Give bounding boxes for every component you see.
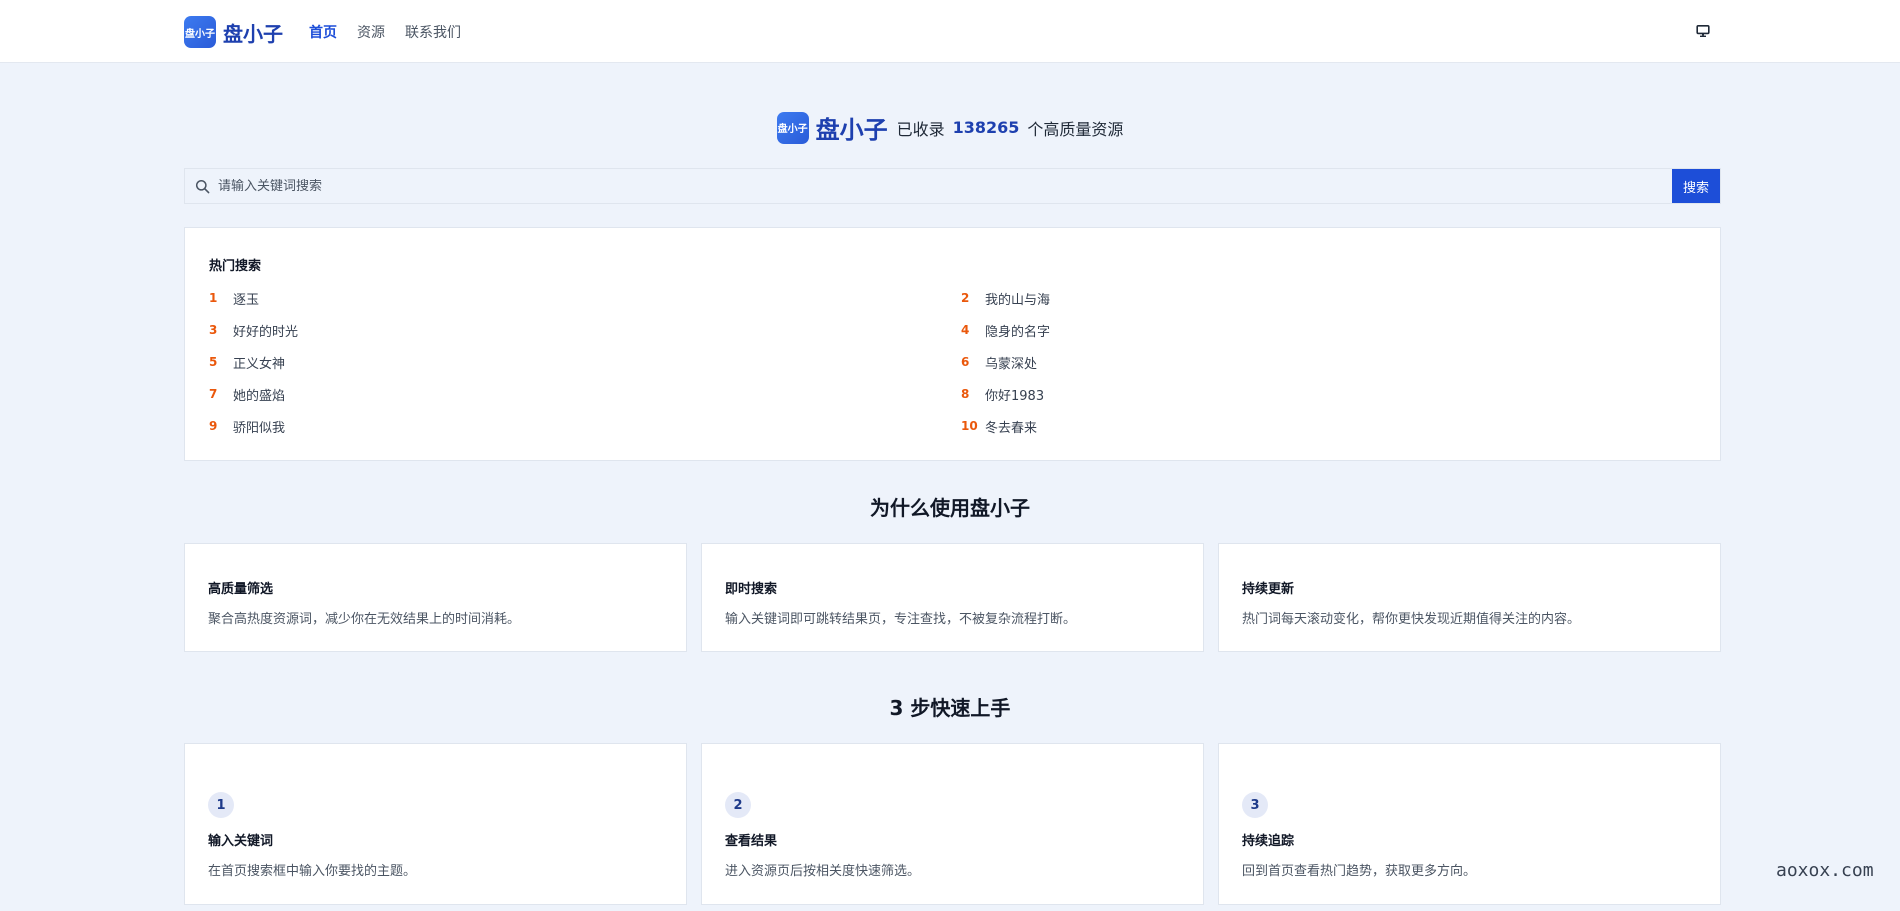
feature-card-desc: 热门词每天滚动变化，帮你更快发现近期值得关注的内容。 bbox=[1242, 612, 1581, 627]
hot-search-term: 隐身的名字 bbox=[985, 324, 1051, 340]
hero-suffix: 个高质量资源 bbox=[1027, 119, 1124, 139]
hot-searches-panel: 热门搜索 1 逐玉 2 我的山与海 3 好好的时光 4 隐身的名字 5 正义女神… bbox=[184, 227, 1721, 461]
hot-search-item[interactable]: 10 冬去春来 bbox=[961, 410, 1699, 442]
hot-search-item[interactable]: 9 骄阳似我 bbox=[209, 410, 961, 442]
step-cards: 1 输入关键词 在首页搜索框中输入你要找的主题。 2 查看结果 进入资源页后按相… bbox=[184, 743, 1721, 905]
top-nav-bar: 盘小子 盘小子 首页 资源 联系我们 bbox=[0, 0, 1900, 63]
feature-card-quality: 高质量筛选 聚合高热度资源词，减少你在无效结果上的时间消耗。 bbox=[184, 543, 687, 652]
hot-search-rank: 6 bbox=[961, 355, 970, 369]
step-card-title: 输入关键词 bbox=[208, 834, 274, 849]
hot-search-term: 你好1983 bbox=[985, 388, 1045, 404]
hot-search-item[interactable]: 3 好好的时光 bbox=[209, 314, 961, 346]
hot-search-item[interactable]: 6 乌蒙深处 bbox=[961, 346, 1699, 378]
brand-name: 盘小子 bbox=[223, 21, 283, 46]
feature-cards: 高质量筛选 聚合高热度资源词，减少你在无效结果上的时间消耗。 即时搜索 输入关键… bbox=[184, 543, 1721, 652]
hot-search-item[interactable]: 2 我的山与海 bbox=[961, 282, 1699, 314]
hero-brand-name: 盘小子 bbox=[815, 116, 888, 144]
hot-search-item[interactable]: 4 隐身的名字 bbox=[961, 314, 1699, 346]
hot-search-term: 她的盛焰 bbox=[233, 388, 286, 404]
feature-card-desc: 聚合高热度资源词，减少你在无效结果上的时间消耗。 bbox=[208, 612, 521, 627]
steps-section-title: 3 步快速上手 bbox=[889, 696, 1011, 720]
hot-search-item[interactable]: 8 你好1983 bbox=[961, 378, 1699, 410]
step-card-title: 查看结果 bbox=[725, 834, 778, 849]
hot-search-item[interactable]: 5 正义女神 bbox=[209, 346, 961, 378]
hot-search-rank: 2 bbox=[961, 291, 970, 305]
feature-card-title: 持续更新 bbox=[1242, 582, 1295, 597]
hot-search-rank: 7 bbox=[209, 387, 218, 401]
step-card-title: 持续追踪 bbox=[1242, 834, 1295, 849]
feature-card-instant: 即时搜索 输入关键词即可跳转结果页，专注查找，不被复杂流程打断。 bbox=[701, 543, 1204, 652]
step-number-badge: 3 bbox=[1242, 792, 1268, 818]
hot-search-term: 好好的时光 bbox=[233, 324, 299, 340]
hero-logo-badge: 盘小子 bbox=[776, 111, 809, 144]
hot-search-term: 骄阳似我 bbox=[233, 420, 286, 436]
step-card-1: 1 输入关键词 在首页搜索框中输入你要找的主题。 bbox=[184, 743, 687, 905]
search-field[interactable] bbox=[185, 169, 1672, 203]
feature-card-updates: 持续更新 热门词每天滚动变化，帮你更快发现近期值得关注的内容。 bbox=[1218, 543, 1721, 652]
feature-card-title: 高质量筛选 bbox=[208, 582, 274, 597]
hot-search-rank: 1 bbox=[209, 291, 218, 305]
step-card-desc: 在首页搜索框中输入你要找的主题。 bbox=[208, 864, 417, 879]
hero-prefix: 已收录 bbox=[896, 119, 945, 139]
hero-stats: 盘小子 盘小子 已收录 138265 个高质量资源 bbox=[0, 110, 1900, 145]
search-input[interactable] bbox=[218, 178, 1672, 194]
monitor-icon[interactable] bbox=[1696, 24, 1710, 38]
search-button[interactable]: 搜索 bbox=[1672, 169, 1720, 203]
hot-search-item[interactable]: 1 逐玉 bbox=[209, 282, 961, 314]
hot-search-term: 我的山与海 bbox=[985, 292, 1051, 308]
resource-count: 138265 bbox=[952, 118, 1020, 137]
search-bar: 搜索 bbox=[184, 168, 1721, 204]
hot-search-rank: 4 bbox=[961, 323, 970, 337]
step-card-desc: 回到首页查看热门趋势，获取更多方向。 bbox=[1242, 864, 1477, 879]
brand-logo-link[interactable]: 盘小子 盘小子 bbox=[184, 16, 283, 48]
search-icon bbox=[195, 179, 210, 193]
nav-item-resources[interactable]: 资源 bbox=[357, 22, 385, 42]
hot-search-term: 正义女神 bbox=[233, 356, 286, 372]
step-card-2: 2 查看结果 进入资源页后按相关度快速筛选。 bbox=[701, 743, 1204, 905]
hot-search-rank: 8 bbox=[961, 387, 970, 401]
hot-search-rank: 10 bbox=[961, 419, 978, 433]
step-card-3: 3 持续追踪 回到首页查看热门趋势，获取更多方向。 bbox=[1218, 743, 1721, 905]
hot-searches-list: 1 逐玉 2 我的山与海 3 好好的时光 4 隐身的名字 5 正义女神 6 乌蒙… bbox=[209, 282, 1699, 442]
hot-search-rank: 5 bbox=[209, 355, 218, 369]
step-number-badge: 1 bbox=[208, 792, 234, 818]
feature-card-desc: 输入关键词即可跳转结果页，专注查找，不被复杂流程打断。 bbox=[725, 612, 1077, 627]
hot-search-term: 逐玉 bbox=[233, 292, 260, 308]
nav-item-home[interactable]: 首页 bbox=[309, 22, 337, 42]
nav-item-contact[interactable]: 联系我们 bbox=[405, 22, 461, 42]
hot-searches-title: 热门搜索 bbox=[209, 259, 262, 274]
logo-badge: 盘小子 bbox=[184, 16, 216, 48]
hot-search-term: 乌蒙深处 bbox=[985, 356, 1038, 372]
feature-card-title: 即时搜索 bbox=[725, 582, 778, 597]
hot-search-item[interactable]: 7 她的盛焰 bbox=[209, 378, 961, 410]
hot-search-rank: 3 bbox=[209, 323, 218, 337]
main-nav: 首页 资源 联系我们 bbox=[309, 22, 461, 42]
why-section-title: 为什么使用盘小子 bbox=[870, 496, 1030, 520]
step-card-desc: 进入资源页后按相关度快速筛选。 bbox=[725, 864, 921, 879]
hot-search-rank: 9 bbox=[209, 419, 218, 433]
watermark: aoxox.com bbox=[1776, 860, 1874, 881]
hot-search-term: 冬去春来 bbox=[985, 420, 1038, 436]
step-number-badge: 2 bbox=[725, 792, 751, 818]
